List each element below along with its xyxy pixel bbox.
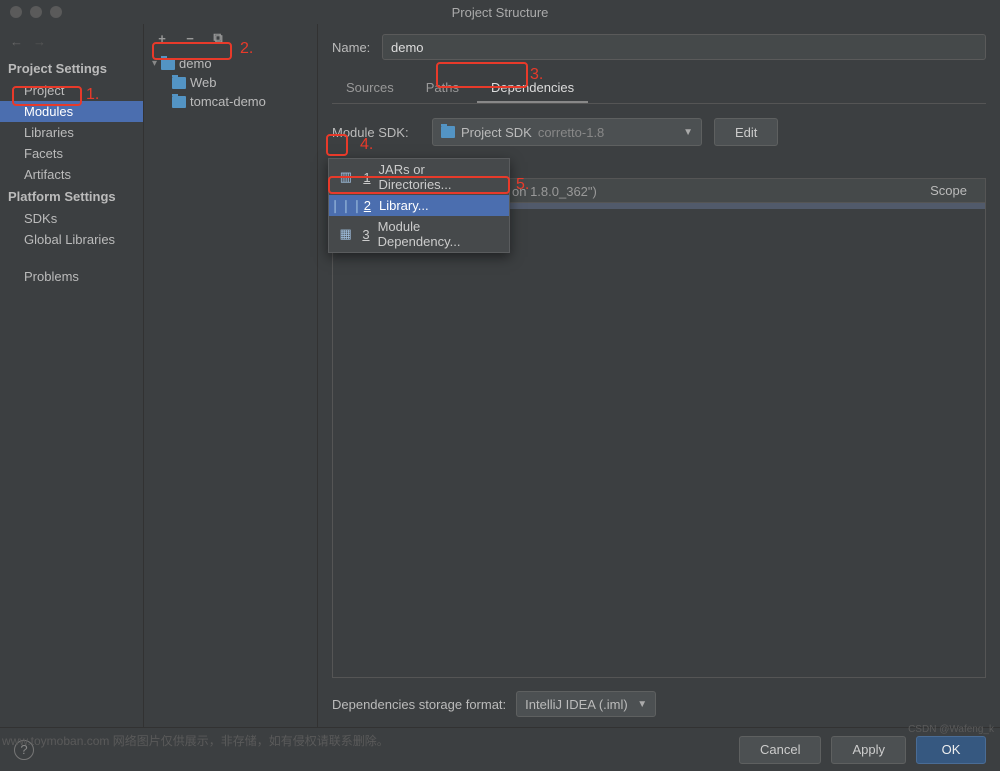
copy-module-icon[interactable]: ⧉	[210, 30, 226, 46]
tree-node-web[interactable]: Web	[150, 73, 311, 92]
module-name-input[interactable]	[382, 34, 986, 60]
sdk-folder-icon	[441, 126, 455, 138]
menu-index: 2	[361, 198, 371, 213]
tree-label: tomcat-demo	[190, 94, 266, 109]
menu-label: Module Dependency...	[378, 219, 499, 249]
settings-sidebar: ← → Project Settings Project Modules Lib…	[0, 24, 144, 727]
add-module-icon[interactable]: +	[154, 31, 170, 46]
menu-item-module-dep[interactable]: ▦ 3 Module Dependency...	[329, 216, 509, 252]
sidebar-item-global-libraries[interactable]: Global Libraries	[0, 229, 143, 250]
nav-back-icon[interactable]: ←	[10, 34, 23, 49]
module-tabs: Sources Paths Dependencies	[332, 74, 986, 104]
module-tree-panel: + − ⧉ ▾ demo Web tomcat-demo	[144, 24, 318, 727]
sdk-value-suffix: corretto-1.8	[538, 125, 604, 140]
nav-forward-icon[interactable]: →	[33, 34, 46, 49]
tree-node-demo[interactable]: ▾ demo	[150, 54, 311, 73]
sidebar-item-modules[interactable]: Modules	[0, 101, 143, 122]
ok-button[interactable]: OK	[916, 736, 986, 764]
menu-item-library[interactable]: ❘❘❘ 2 Library...	[329, 195, 509, 216]
tree-label: Web	[190, 75, 217, 90]
dependency-text-fragment: on 1.8.0_362")	[512, 184, 597, 199]
tree-node-tomcat-demo[interactable]: tomcat-demo	[150, 92, 311, 111]
scope-column-header: Scope	[930, 183, 977, 198]
tab-paths[interactable]: Paths	[412, 74, 473, 103]
storage-value: IntelliJ IDEA (.iml)	[525, 697, 628, 712]
chevron-down-icon[interactable]: ▾	[152, 58, 157, 69]
sidebar-item-project[interactable]: Project	[0, 80, 143, 101]
menu-index: 1	[361, 170, 371, 185]
name-label: Name:	[332, 40, 372, 55]
zoom-traffic-light[interactable]	[50, 6, 62, 18]
menu-label: Library...	[379, 198, 429, 213]
sidebar-item-libraries[interactable]: Libraries	[0, 122, 143, 143]
menu-index: 3	[360, 227, 369, 242]
minimize-traffic-light[interactable]	[30, 6, 42, 18]
titlebar: Project Structure	[0, 0, 1000, 24]
remove-module-icon[interactable]: −	[182, 31, 198, 46]
sidebar-item-problems[interactable]: Problems	[0, 266, 143, 287]
tab-sources[interactable]: Sources	[332, 74, 408, 103]
sidebar-item-artifacts[interactable]: Artifacts	[0, 164, 143, 185]
module-folder-icon	[172, 96, 186, 108]
library-icon: ❘❘❘	[339, 199, 353, 213]
module-icon: ▦	[339, 227, 352, 241]
module-sdk-select[interactable]: Project SDK corretto-1.8 ▼	[432, 118, 702, 146]
jar-icon: ▥	[339, 170, 353, 184]
sidebar-heading-project: Project Settings	[0, 57, 143, 80]
watermark-text-2: CSDN @Wafeng_k	[908, 724, 994, 735]
chevron-down-icon: ▼	[683, 127, 693, 138]
module-details-panel: Name: Sources Paths Dependencies Module …	[318, 24, 1000, 727]
dependencies-table: Scope	[332, 178, 986, 678]
window-title: Project Structure	[452, 5, 549, 20]
sdk-value-prefix: Project SDK	[461, 125, 532, 140]
web-folder-icon	[172, 77, 186, 89]
menu-label: JARs or Directories...	[379, 162, 499, 192]
edit-sdk-button[interactable]: Edit	[714, 118, 778, 146]
cancel-button[interactable]: Cancel	[739, 736, 821, 764]
tree-label: demo	[179, 56, 212, 71]
sidebar-item-facets[interactable]: Facets	[0, 143, 143, 164]
storage-format-label: Dependencies storage format:	[332, 697, 506, 712]
module-sdk-label: Module SDK:	[332, 125, 420, 140]
watermark-text: www.toymoban.com 网络图片仅供展示，非存储，如有侵权请联系删除。	[2, 732, 389, 749]
tab-dependencies[interactable]: Dependencies	[477, 74, 588, 103]
sidebar-heading-platform: Platform Settings	[0, 185, 143, 208]
menu-item-jars[interactable]: ▥ 1 JARs or Directories...	[329, 159, 509, 195]
module-folder-icon	[161, 58, 175, 70]
sidebar-item-sdks[interactable]: SDKs	[0, 208, 143, 229]
traffic-lights	[0, 6, 62, 18]
chevron-down-icon: ▼	[637, 699, 647, 710]
apply-button[interactable]: Apply	[831, 736, 906, 764]
storage-format-select[interactable]: IntelliJ IDEA (.iml) ▼	[516, 691, 656, 717]
add-dependency-popup: ▥ 1 JARs or Directories... ❘❘❘ 2 Library…	[328, 158, 510, 253]
close-traffic-light[interactable]	[10, 6, 22, 18]
